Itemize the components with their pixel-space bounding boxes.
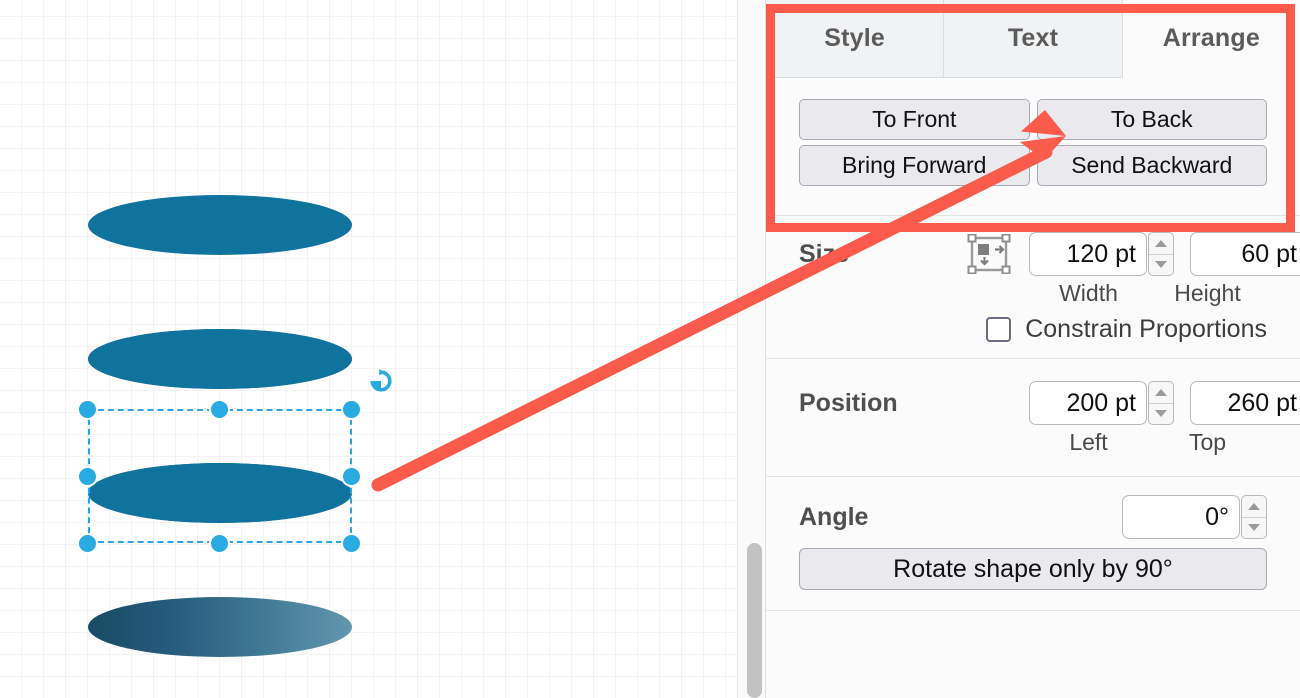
size-fields: 120 pt 60 pt <box>1029 232 1300 276</box>
resize-handle-top-right[interactable] <box>341 399 362 420</box>
position-sub-labels: Left Top <box>1029 429 1267 456</box>
resize-handle-top-center[interactable] <box>209 399 230 420</box>
tab-arrange[interactable]: Arrange <box>1122 0 1300 78</box>
to-front-button[interactable]: To Front <box>799 99 1030 140</box>
width-stepper-up[interactable] <box>1149 233 1173 255</box>
angle-stepper[interactable] <box>1241 495 1267 539</box>
arrange-button-row-1: To Front To Back <box>799 99 1267 140</box>
diagram-canvas[interactable] <box>0 0 737 698</box>
top-caption: Top <box>1188 429 1227 455</box>
resize-handle-bottom-center[interactable] <box>209 533 230 554</box>
resize-handle-bottom-left[interactable] <box>77 533 98 554</box>
resize-handle-middle-left[interactable] <box>77 466 98 487</box>
format-panel-tabs: Style Text Arrange <box>766 0 1300 78</box>
left-stepper[interactable] <box>1148 381 1174 425</box>
app-root: Style Text Arrange To Front To Back Brin… <box>0 0 1300 698</box>
left-stepper-up[interactable] <box>1149 382 1173 404</box>
width-input[interactable]: 120 pt <box>1029 232 1147 276</box>
cylinder-top-ellipse <box>88 195 352 255</box>
resize-handle-top-left[interactable] <box>77 399 98 420</box>
arrange-section: To Front To Back Bring Forward Send Back… <box>766 78 1300 216</box>
height-caption: Height <box>1174 280 1241 306</box>
angle-input[interactable]: 0° <box>1122 495 1240 539</box>
angle-row: Angle 0° <box>799 495 1267 539</box>
top-input[interactable]: 260 pt <box>1190 381 1300 425</box>
position-row: Position 200 pt 260 pt <box>799 381 1300 425</box>
tab-style[interactable]: Style <box>766 0 945 78</box>
size-section: Size 120 pt 60 pt Width Height Constrain… <box>766 216 1300 359</box>
size-sub-labels: Width Height <box>1029 280 1267 307</box>
canvas-scrollbar-thumb[interactable] <box>747 543 762 698</box>
send-backward-button[interactable]: Send Backward <box>1036 145 1267 186</box>
to-back-button[interactable]: To Back <box>1036 99 1267 140</box>
position-fields: 200 pt 260 pt <box>1029 381 1300 425</box>
height-input[interactable]: 60 pt <box>1190 232 1300 276</box>
width-caption: Width <box>1059 280 1118 306</box>
left-stepper-down[interactable] <box>1149 404 1173 425</box>
bring-forward-button[interactable]: Bring Forward <box>799 145 1030 186</box>
tab-text[interactable]: Text <box>944 0 1123 78</box>
to-front-label: To Front <box>872 106 957 132</box>
bring-forward-label: Bring Forward <box>842 152 987 178</box>
arrange-button-row-2: Bring Forward Send Backward <box>799 145 1267 186</box>
rotate-handle-icon[interactable] <box>367 367 395 395</box>
position-label: Position <box>799 388 898 417</box>
width-stepper-down[interactable] <box>1149 255 1173 276</box>
tab-arrange-label: Arrange <box>1162 24 1260 52</box>
autosize-icon[interactable] <box>967 234 1027 274</box>
left-caption: Left <box>1069 429 1108 455</box>
resize-handle-bottom-right[interactable] <box>341 533 362 554</box>
tab-text-label: Text <box>1007 24 1059 52</box>
constrain-proportions-row[interactable]: Constrain Proportions <box>799 315 1267 344</box>
angle-stepper-up[interactable] <box>1242 496 1266 518</box>
width-stepper[interactable] <box>1148 232 1174 276</box>
to-back-label: To Back <box>1110 106 1193 132</box>
size-label: Size <box>799 239 850 268</box>
send-backward-label: Send Backward <box>1071 152 1233 178</box>
constrain-proportions-checkbox[interactable] <box>986 317 1012 342</box>
size-row: Size 120 pt 60 pt <box>799 232 1300 276</box>
left-input[interactable]: 200 pt <box>1029 381 1147 425</box>
constrain-proportions-label: Constrain Proportions <box>1025 315 1267 343</box>
rotate-shape-90-button[interactable]: Rotate shape only by 90° <box>799 548 1267 590</box>
tab-style-label: Style <box>824 24 886 52</box>
angle-label: Angle <box>799 502 869 531</box>
format-panel: Style Text Arrange To Front To Back Brin… <box>766 0 1300 698</box>
angle-section: Angle 0° Rotate shape only by 90° <box>766 477 1300 611</box>
cylinder-top-ellipse <box>88 329 352 389</box>
position-section: Position 200 pt 260 pt Left Top <box>766 359 1300 477</box>
selection-bounding-box <box>88 409 352 543</box>
resize-handle-middle-right[interactable] <box>341 466 362 487</box>
cylinder-bottom-ellipse <box>88 597 352 657</box>
angle-stepper-down[interactable] <box>1242 518 1266 539</box>
rotate-shape-90-label: Rotate shape only by 90° <box>893 554 1173 583</box>
